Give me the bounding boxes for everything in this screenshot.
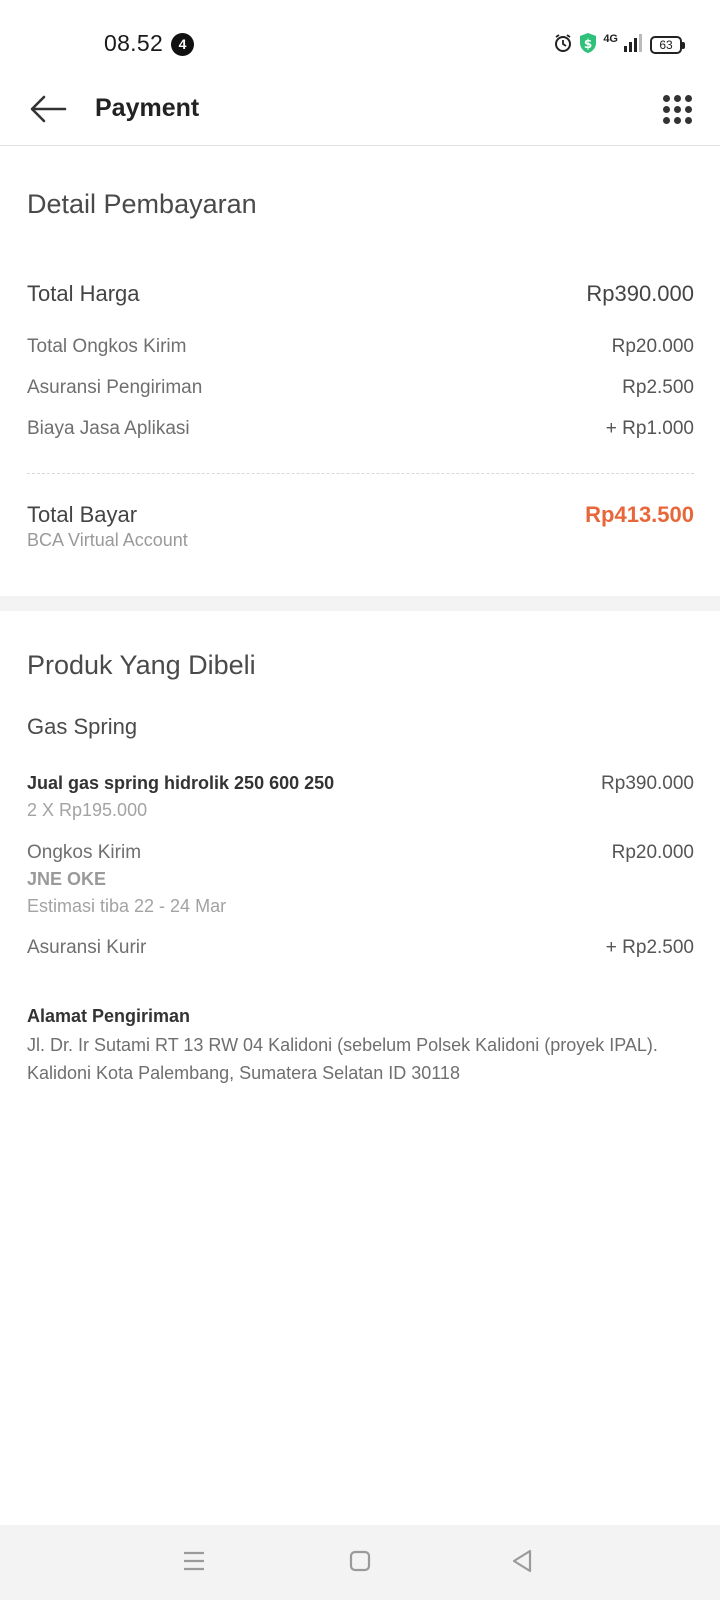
grid-menu-button[interactable] (660, 92, 694, 126)
status-bar: 08.52 4 $ 4G 63 (0, 0, 720, 88)
back-button[interactable] (26, 92, 70, 130)
grid-dot (684, 94, 692, 102)
product-price: Rp390.000 (601, 773, 694, 794)
grid-dot (673, 116, 681, 124)
store-name: Gas Spring (27, 714, 138, 739)
asuransi-value: Rp2.500 (622, 377, 694, 398)
grid-menu-icon (662, 94, 670, 102)
grid-dot (684, 105, 692, 113)
courier-name: JNE OKE (27, 869, 107, 889)
alarm-icon (553, 33, 573, 58)
products-title: Produk Yang Dibeli (27, 650, 256, 680)
total-harga-label: Total Harga (27, 281, 140, 306)
insurance-label: Asuransi Kurir (27, 937, 147, 958)
insurance-row: Asuransi Kurir + Rp2.500 (27, 937, 694, 959)
delivery-estimate: Estimasi tiba 22 - 24 Mar (27, 896, 227, 916)
total-bayar-value: Rp413.500 (585, 502, 694, 527)
shipping-value: Rp20.000 (611, 842, 694, 863)
biaya-jasa-value: + Rp1.000 (605, 418, 694, 439)
total-bayar-label: Total Bayar (27, 502, 138, 527)
shipping-label: Ongkos Kirim (27, 842, 142, 863)
divider (27, 473, 694, 474)
address-title: Alamat Pengiriman (27, 1006, 191, 1026)
svg-text:$: $ (584, 37, 592, 51)
recent-apps-button[interactable] (178, 1547, 210, 1579)
biaya-jasa-label: Biaya Jasa Aplikasi (27, 418, 190, 439)
back-triangle-icon (510, 1548, 534, 1579)
grid-dot (684, 116, 692, 124)
product-item-row: Jual gas spring hidrolik 250 600 250 Rp3… (27, 773, 694, 795)
battery-icon: 63 (650, 36, 685, 54)
shipping-row: Ongkos Kirim Rp20.000 (27, 842, 694, 864)
asuransi-row: Asuransi Pengiriman Rp2.500 (27, 377, 694, 399)
total-bayar-row: Total Bayar Rp413.500 (27, 502, 694, 528)
page-title: Payment (95, 94, 200, 122)
grid-dot (673, 94, 681, 102)
status-icons: $ 4G 63 (553, 32, 685, 59)
biaya-jasa-row: Biaya Jasa Aplikasi + Rp1.000 (27, 418, 694, 440)
product-quantity: 2 X Rp195.000 (27, 800, 148, 820)
section-separator (0, 596, 720, 611)
grid-dot (662, 105, 670, 113)
menu-lines-icon (182, 1550, 206, 1577)
ongkos-kirim-label: Total Ongkos Kirim (27, 336, 187, 357)
signal-icon (624, 33, 644, 57)
system-nav-bar (0, 1525, 720, 1600)
insurance-value: + Rp2.500 (605, 937, 694, 958)
payment-method: BCA Virtual Account (27, 530, 188, 550)
app-header: Payment (0, 76, 720, 146)
grid-dot (673, 105, 681, 113)
home-button[interactable] (344, 1547, 376, 1579)
payment-detail-title: Detail Pembayaran (27, 189, 257, 219)
network-label: 4G (603, 33, 618, 45)
total-harga-row: Total Harga Rp390.000 (27, 281, 694, 307)
address-text: Jl. Dr. Ir Sutami RT 13 RW 04 Kalidoni (… (27, 1035, 658, 1083)
notification-badge: 4 (171, 33, 194, 56)
grid-dot (662, 116, 670, 124)
arrow-left-icon (29, 94, 67, 129)
back-nav-button[interactable] (506, 1547, 538, 1579)
total-harga-value: Rp390.000 (586, 281, 694, 306)
ongkos-kirim-row: Total Ongkos Kirim Rp20.000 (27, 336, 694, 358)
ongkos-kirim-value: Rp20.000 (611, 336, 694, 357)
asuransi-label: Asuransi Pengiriman (27, 377, 203, 398)
home-square-icon (348, 1549, 372, 1578)
product-name: Jual gas spring hidrolik 250 600 250 (27, 773, 335, 793)
status-time: 08.52 (104, 30, 164, 56)
shield-dollar-icon: $ (579, 32, 597, 59)
